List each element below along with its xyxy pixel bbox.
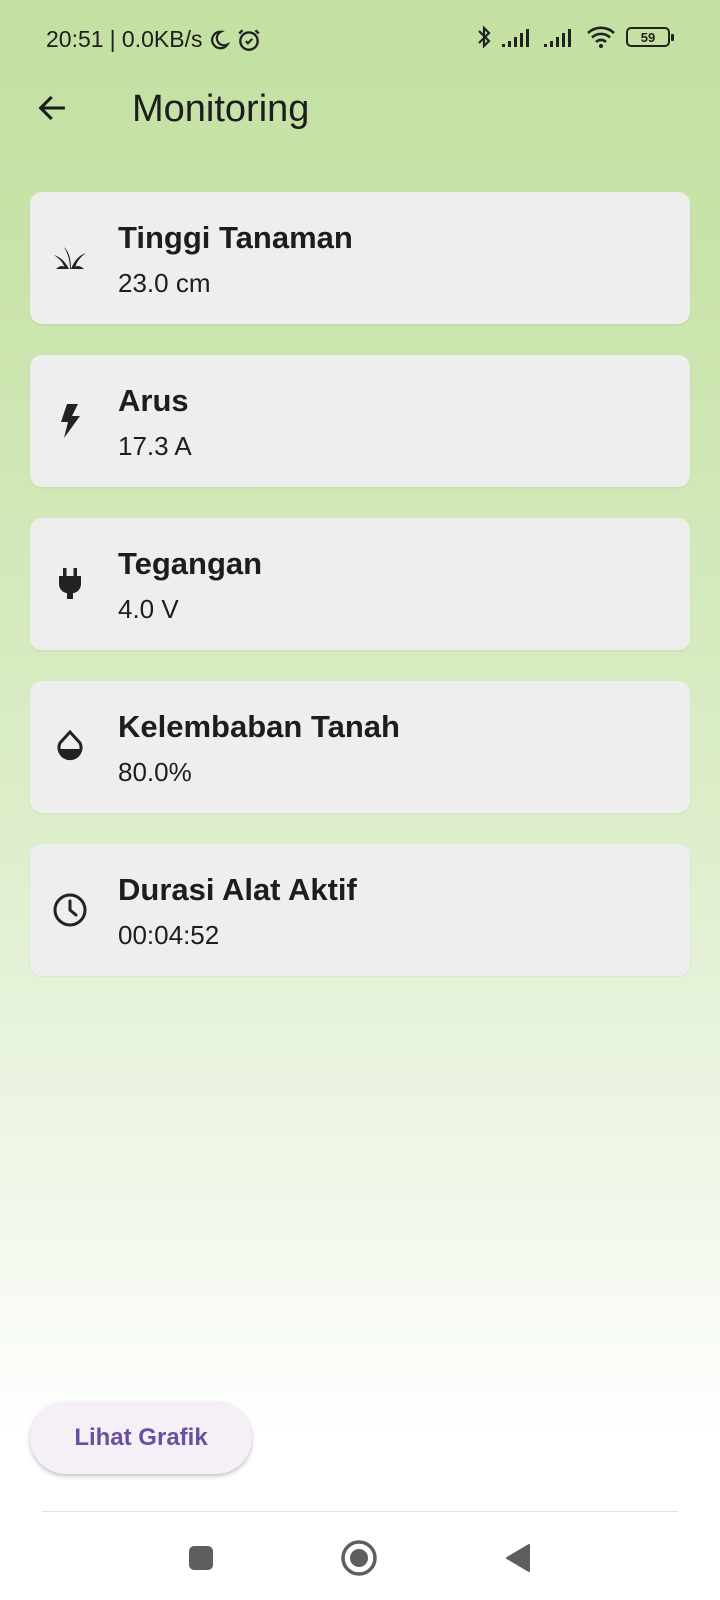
card-current: Arus 17.3 A [30,355,690,487]
card-voltage: Tegangan 4.0 V [30,518,690,650]
card-label: Tinggi Tanaman [118,220,353,255]
home-circle-icon [341,1540,377,1576]
view-graph-button[interactable]: Lihat Grafik [30,1402,252,1474]
status-right: 59 [476,24,674,50]
plant-icon [52,240,88,276]
battery-icon: 59 [626,27,674,47]
navigation-bar [0,1512,720,1600]
card-plant-height: Tinggi Tanaman 23.0 cm [30,192,690,324]
card-label: Durasi Alat Aktif [118,872,357,907]
page-title: Monitoring [132,88,310,130]
card-soil-moisture: Kelembaban Tanah 80.0% [30,681,690,813]
lightning-icon [52,403,88,439]
recents-button[interactable] [179,1536,223,1580]
signal-icon-2 [544,29,571,47]
home-button[interactable] [337,1536,381,1580]
wifi-icon [587,26,615,48]
alarm-icon [238,28,261,51]
card-active-duration: Durasi Alat Aktif 00:04:52 [30,844,690,976]
status-left: 20:51 | 0.0KB/s [46,26,262,53]
status-bar: 20:51 | 0.0KB/s 59 [0,0,720,80]
triangle-back-icon [506,1544,530,1572]
app-bar: Monitoring [0,80,720,136]
card-value: 80.0% [118,757,192,787]
bluetooth-icon [478,25,491,49]
arrow-left-icon [38,95,65,121]
card-value: 00:04:52 [118,920,220,950]
card-label: Tegangan [118,546,263,581]
card-value: 23.0 cm [118,268,211,298]
status-time: 20:51 [46,26,104,52]
status-network-speed: | 0.0KB/s [109,26,203,52]
signal-icon [502,29,529,47]
back-nav-button[interactable] [496,1536,540,1580]
back-button[interactable] [30,86,74,130]
moon-icon [211,30,231,49]
card-value: 17.3 A [118,431,192,461]
card-label: Kelembaban Tanah [118,709,400,744]
card-value: 4.0 V [118,594,179,624]
card-label: Arus [118,383,189,418]
square-icon [189,1546,213,1570]
battery-level: 59 [640,29,656,45]
clock-icon [52,892,88,928]
plug-icon [52,566,88,602]
water-drop-icon [52,729,88,765]
